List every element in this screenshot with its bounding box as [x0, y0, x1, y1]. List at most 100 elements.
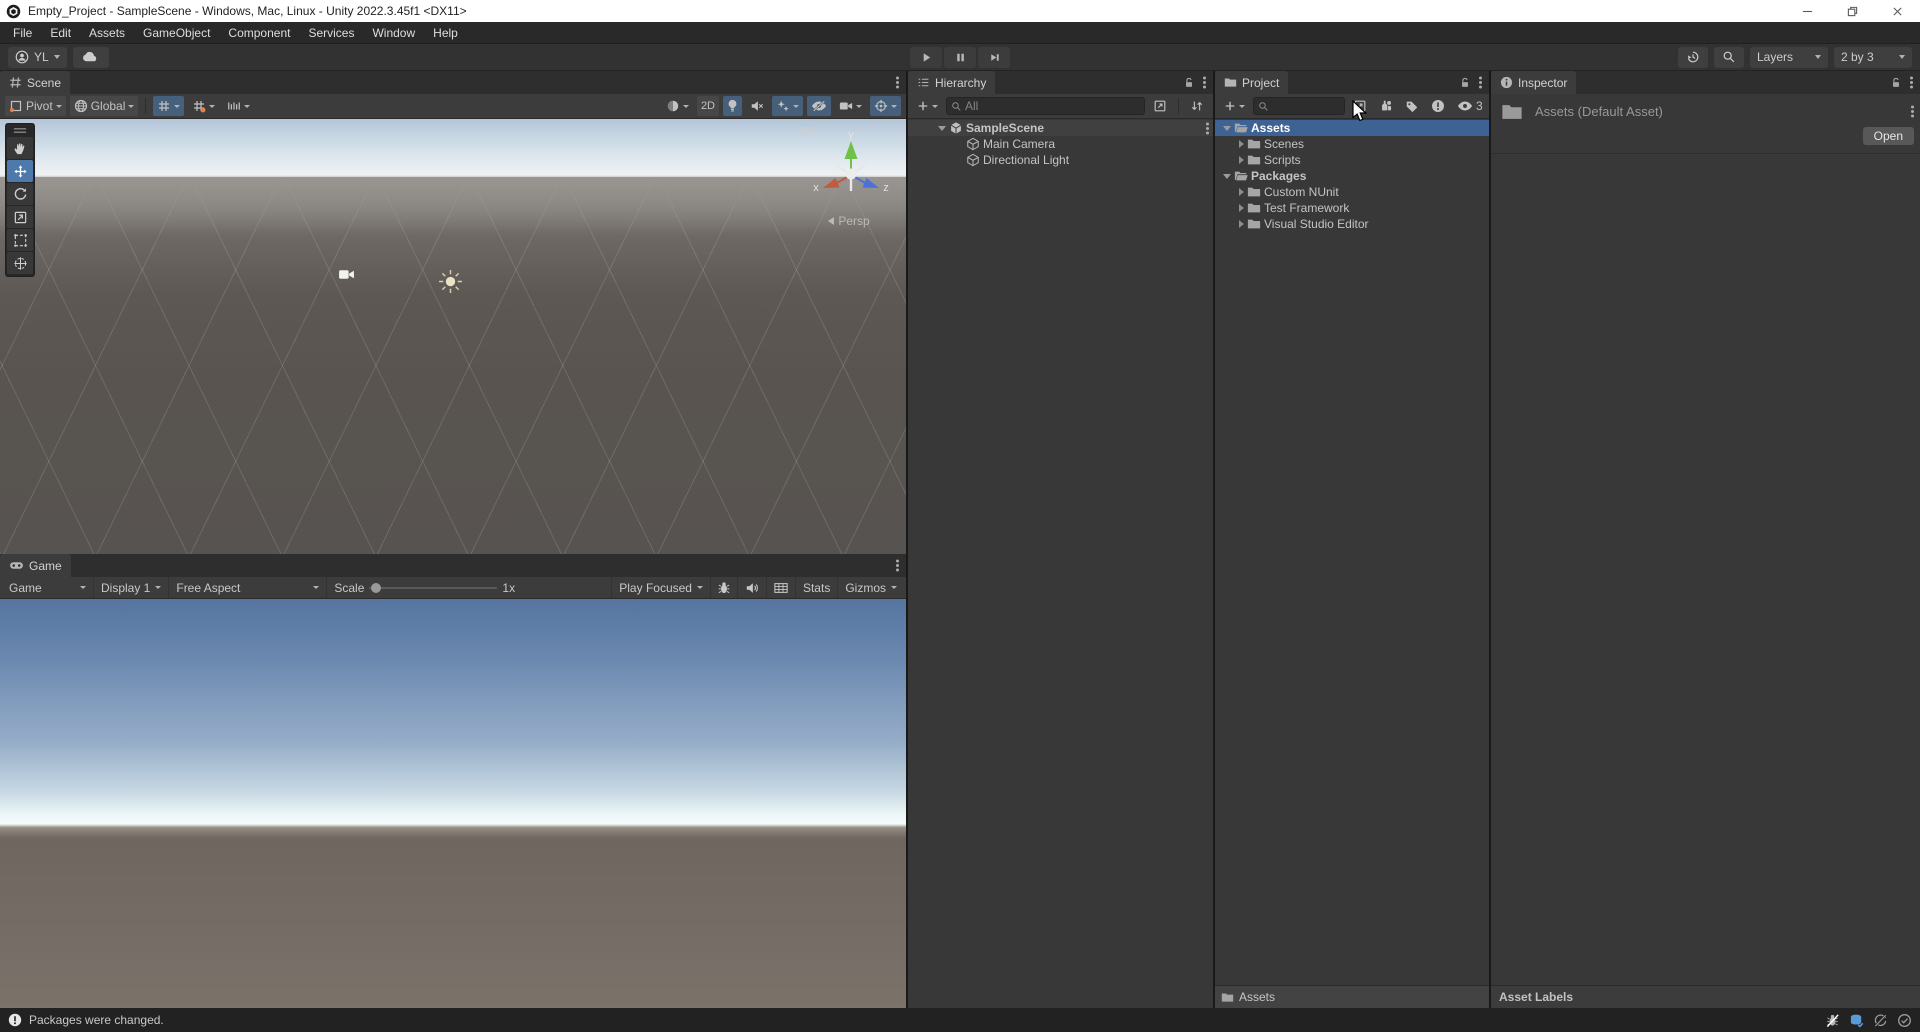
project-search-input[interactable] — [1272, 99, 1340, 113]
scene-viewport[interactable]: y x z Persp — [0, 119, 906, 554]
scene-orientation-gizmo[interactable]: y x z — [805, 125, 897, 217]
shading-mode-dropdown[interactable] — [662, 96, 693, 116]
menu-window[interactable]: Window — [363, 26, 424, 40]
close-button[interactable] — [1875, 0, 1920, 22]
inspector-menu-kebab-icon[interactable] — [1910, 81, 1913, 84]
mute-audio-button[interactable] — [738, 577, 767, 598]
hierarchy-sort-button[interactable] — [1186, 96, 1208, 116]
restore-button[interactable] — [1830, 0, 1875, 22]
menu-services[interactable]: Services — [299, 26, 363, 40]
transform-tool-button[interactable] — [7, 252, 33, 274]
lock-open-icon[interactable] — [1459, 77, 1471, 89]
2d-toggle[interactable]: 2D — [697, 96, 719, 116]
stats-toggle[interactable]: Stats — [796, 577, 838, 598]
scale-slider[interactable] — [369, 587, 497, 589]
game-menu-kebab-icon[interactable] — [896, 564, 899, 567]
tab-scene[interactable]: Scene — [0, 71, 70, 94]
grid-visibility-dropdown[interactable] — [188, 96, 219, 116]
hierarchy-add-button[interactable] — [913, 96, 942, 116]
hierarchy-search-picker-button[interactable] — [1149, 96, 1171, 116]
menu-help[interactable]: Help — [424, 26, 467, 40]
pivot-dropdown[interactable]: Pivot — [5, 96, 66, 116]
expand-arrow-icon[interactable] — [1239, 140, 1244, 148]
project-row-visual-studio-editor[interactable]: Visual Studio Editor — [1215, 216, 1489, 232]
project-row-scripts[interactable]: Scripts — [1215, 152, 1489, 168]
game-gizmos-dropdown[interactable]: Gizmos — [838, 577, 904, 598]
pause-button[interactable] — [944, 47, 976, 68]
hierarchy-menu-kebab-icon[interactable] — [1203, 81, 1206, 84]
expand-arrow-icon[interactable] — [1239, 204, 1244, 212]
scene-effects-dropdown[interactable] — [772, 96, 803, 116]
hand-tool-button[interactable] — [7, 137, 33, 159]
expand-arrow-icon[interactable] — [1223, 174, 1231, 179]
expand-arrow-icon[interactable] — [1223, 126, 1231, 131]
perspective-toggle[interactable]: Persp — [793, 214, 905, 228]
scale-tool-button[interactable] — [7, 206, 33, 228]
asset-labels-section[interactable]: Asset Labels — [1491, 985, 1920, 1008]
play-button[interactable] — [910, 47, 942, 68]
inspector-header-kebab-icon[interactable] — [1911, 110, 1914, 113]
gizmos-toggle-dropdown[interactable] — [870, 96, 901, 116]
activity-ok-icon[interactable] — [1897, 1013, 1912, 1028]
menu-edit[interactable]: Edit — [41, 26, 80, 40]
step-button[interactable] — [978, 47, 1010, 68]
scale-slider-knob[interactable] — [371, 583, 381, 593]
hierarchy-search-input[interactable] — [965, 99, 1140, 113]
expand-arrow-icon[interactable] — [938, 126, 946, 131]
hidden-count-button[interactable]: 3 — [1453, 96, 1487, 116]
scene-audio-toggle[interactable] — [746, 96, 768, 116]
tab-hierarchy[interactable]: Hierarchy — [908, 71, 995, 94]
menu-component[interactable]: Component — [219, 26, 299, 40]
project-add-button[interactable] — [1220, 96, 1249, 116]
directional-light-gizmo-icon[interactable] — [438, 269, 463, 294]
scene-camera-dropdown[interactable] — [835, 96, 866, 116]
cloud-button[interactable] — [73, 47, 109, 68]
move-tool-button[interactable] — [7, 160, 33, 182]
vsync-button[interactable] — [767, 577, 796, 598]
debugger-off-icon[interactable] — [1825, 1013, 1840, 1028]
search-by-label-button[interactable] — [1401, 96, 1423, 116]
project-menu-kebab-icon[interactable] — [1479, 81, 1482, 84]
debug-game-button[interactable] — [711, 577, 738, 598]
menu-gameobject[interactable]: GameObject — [134, 26, 219, 40]
project-search-picker-button[interactable] — [1349, 96, 1371, 116]
layers-dropdown[interactable]: Layers — [1750, 47, 1828, 68]
layout-dropdown[interactable]: 2 by 3 — [1834, 47, 1912, 68]
search-by-type-button[interactable] — [1375, 96, 1397, 116]
expand-arrow-icon[interactable] — [1239, 156, 1244, 164]
scene-row-kebab-icon[interactable] — [1206, 127, 1209, 130]
aspect-dropdown[interactable]: Free Aspect — [169, 577, 327, 598]
search-everything-button[interactable] — [1714, 47, 1744, 68]
grid-snap-toggle[interactable] — [153, 96, 184, 116]
hierarchy-row-scene[interactable]: SampleScene — [908, 120, 1213, 136]
cache-server-icon[interactable] — [1849, 1013, 1864, 1028]
global-dropdown[interactable]: Global — [70, 96, 139, 116]
rect-tool-button[interactable] — [7, 229, 33, 251]
snap-increment-dropdown[interactable] — [223, 96, 254, 116]
lock-open-icon[interactable] — [1183, 77, 1195, 89]
account-dropdown[interactable]: YL — [8, 47, 67, 68]
project-row-scenes[interactable]: Scenes — [1215, 136, 1489, 152]
rotate-tool-button[interactable] — [7, 183, 33, 205]
expand-arrow-icon[interactable] — [1239, 188, 1244, 196]
menu-file[interactable]: File — [4, 26, 41, 40]
focus-mode-dropdown[interactable]: Play Focused — [611, 577, 711, 598]
tab-game[interactable]: Game — [0, 554, 71, 577]
open-button[interactable]: Open — [1863, 127, 1914, 145]
search-importlog-button[interactable] — [1427, 96, 1449, 116]
axis-z-label[interactable]: z — [883, 182, 889, 194]
game-target-dropdown[interactable]: Game — [2, 577, 94, 598]
project-row-test-framework[interactable]: Test Framework — [1215, 200, 1489, 216]
menu-assets[interactable]: Assets — [80, 26, 134, 40]
tab-inspector[interactable]: Inspector — [1491, 71, 1576, 94]
hierarchy-row-directional-light[interactable]: Directional Light — [908, 152, 1213, 168]
hierarchy-row-main-camera[interactable]: Main Camera — [908, 136, 1213, 152]
overlay-drag-handle-icon[interactable] — [12, 127, 28, 134]
undo-history-button[interactable] — [1678, 47, 1708, 68]
project-row-custom-nunit[interactable]: Custom NUnit — [1215, 184, 1489, 200]
project-row-packages[interactable]: Packages — [1215, 168, 1489, 184]
project-row-assets[interactable]: Assets — [1215, 120, 1489, 136]
scene-visibility-toggle[interactable] — [807, 96, 831, 116]
display-dropdown[interactable]: Display 1 — [94, 577, 169, 598]
main-camera-gizmo-icon[interactable] — [338, 268, 355, 281]
